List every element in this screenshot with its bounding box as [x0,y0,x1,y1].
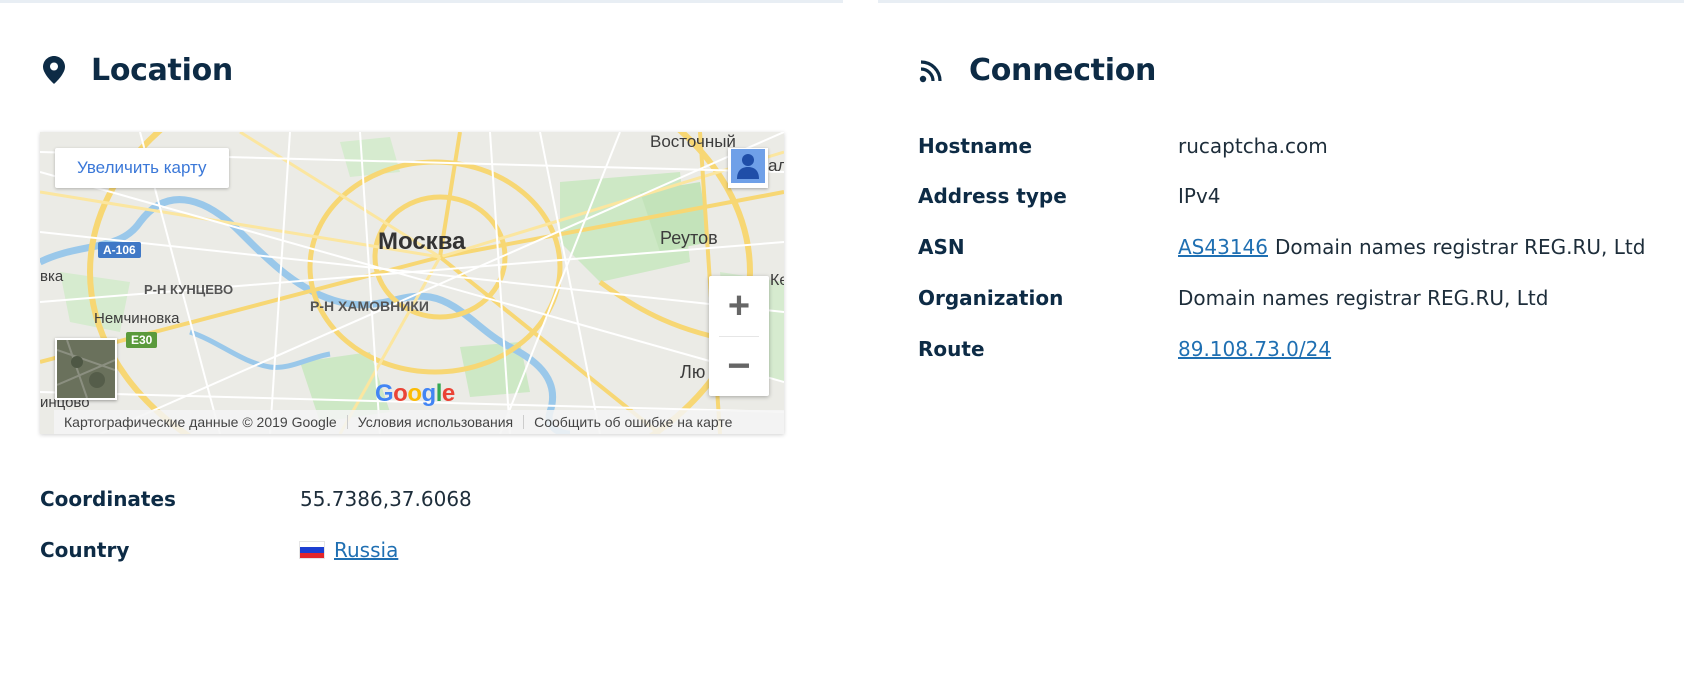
asn-label: ASN [918,235,965,259]
map-label-ke: Ке [770,272,784,289]
hostname-value: rucaptcha.com [1178,134,1328,158]
address-type-value: IPv4 [1178,184,1221,208]
enlarge-map-button[interactable]: Увеличить карту [55,148,229,188]
map-label-vka: вка [40,268,64,285]
address-type-label: Address type [918,184,1067,208]
top-divider-left [0,0,843,3]
organization-label: Organization [918,286,1064,310]
hostname-label: Hostname [918,134,1033,158]
hostname-row: Hostname rucaptcha.com [918,131,1328,161]
coordinates-label: Coordinates [40,487,176,511]
organization-row: Organization Domain names registrar REG.… [918,283,1548,313]
asn-value: AS43146 Domain names registrar REG.RU, L… [1178,235,1645,259]
map-label-reutov: Реутов [660,228,718,248]
route-value: 89.108.73.0/24 [1178,337,1331,361]
coordinates-value: 55.7386,37.6068 [300,487,472,511]
map-label-kuntsevo: Р-Н КУНЦЕВО [144,282,234,297]
map-label-lyu: Лю [680,362,706,382]
zoom-in-button[interactable]: + [709,276,769,336]
satellite-thumbnail-icon [57,340,115,398]
report-error-link[interactable]: Сообщить об ошибке на карте [524,414,742,430]
zoom-divider [719,336,759,337]
map-data-credit: Картографические данные © 2019 Google [64,414,337,430]
country-row: Country Russia [40,535,398,565]
map-label-khamovniki: Р-Н ХАМОВНИКИ [310,298,429,314]
map-pin-icon [40,56,68,84]
minus-icon: − [727,344,751,388]
route-shield-e30: E30 [126,332,158,348]
terms-link[interactable]: Условия использования [348,414,523,430]
route-link[interactable]: 89.108.73.0/24 [1178,337,1331,361]
google-logo: Google [375,380,455,407]
coordinates-row: Coordinates 55.7386,37.6068 [40,484,472,514]
country-label: Country [40,538,130,562]
route-row: Route 89.108.73.0/24 [918,334,1331,364]
top-divider-right [878,0,1684,3]
pegman-icon [731,148,765,188]
route-shield-a106: A-106 [98,242,141,258]
russia-flag-icon [300,542,324,558]
asn-link[interactable]: AS43146 [1178,235,1268,259]
satellite-view-toggle[interactable] [55,338,117,400]
route-label: Route [918,337,985,361]
street-view-pegman-button[interactable] [728,148,768,188]
country-link[interactable]: Russia [334,538,398,562]
connection-title: Connection [969,52,1157,88]
map-label-nemchinovka: Немчиновка [94,310,180,327]
location-map[interactable]: Восточный Москва Реутов Р-Н КУНЦЕВО Р-Н … [40,132,784,434]
map-label-moscow: Москва [378,228,466,255]
rss-signal-icon [918,56,946,84]
zoom-out-button[interactable]: − [709,336,769,396]
map-label-al: ал [768,156,784,175]
plus-icon: + [727,285,751,327]
zoom-control: + − [709,276,769,396]
map-footer: Картографические данные © 2019 Google Ус… [54,410,784,434]
connection-header: Connection [918,50,1156,90]
organization-value: Domain names registrar REG.RU, Ltd [1178,286,1549,310]
asn-description: Domain names registrar REG.RU, Ltd [1275,235,1646,259]
map-label-vostochny: Восточный [650,132,736,151]
country-value: Russia [300,538,398,562]
asn-row: ASN AS43146 Domain names registrar REG.R… [918,232,1645,262]
address-type-row: Address type IPv4 [918,181,1221,211]
location-header: Location [40,50,233,90]
location-title: Location [91,52,233,88]
